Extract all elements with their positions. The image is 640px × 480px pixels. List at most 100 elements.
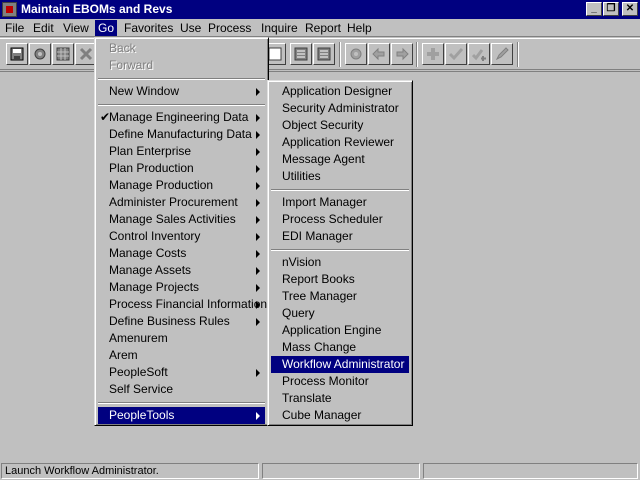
toolbar-icon-button-3[interactable]	[52, 43, 74, 65]
submenu-arrow-icon	[256, 148, 260, 156]
submenu-arrow-icon	[256, 182, 260, 190]
minimize-button[interactable]: _	[586, 2, 602, 16]
peopletools-report-books[interactable]: Report Books	[271, 271, 409, 288]
peopletools-edi-manager[interactable]: EDI Manager	[271, 228, 409, 245]
page-icon	[268, 47, 282, 61]
restore-button[interactable]: ❐	[603, 2, 619, 16]
list-left-icon	[294, 47, 308, 61]
check-plus-icon	[472, 49, 486, 61]
peopletools-process-scheduler[interactable]: Process Scheduler	[271, 211, 409, 228]
go-menu-plan-production[interactable]: Plan Production	[98, 160, 265, 177]
save-button[interactable]	[6, 43, 28, 65]
toolbar-separator	[517, 42, 519, 67]
update-display-all-button[interactable]	[468, 43, 490, 65]
toolbar-icon-button-6[interactable]	[290, 43, 312, 65]
go-menu-manage-assets[interactable]: Manage Assets	[98, 262, 265, 279]
peopletools-query[interactable]: Query	[271, 305, 409, 322]
menu-separator	[98, 402, 265, 404]
go-menu-manage-projects[interactable]: Manage Projects	[98, 279, 265, 296]
toolbar-icon-button-7[interactable]	[313, 43, 335, 65]
go-menu-manage-production[interactable]: Manage Production	[98, 177, 265, 194]
peopletools-cube-manager[interactable]: Cube Manager	[271, 407, 409, 424]
grid-icon	[56, 47, 70, 61]
add-button[interactable]	[422, 43, 444, 65]
go-menu-peopletools[interactable]: PeopleTools	[98, 407, 265, 424]
submenu-arrow-icon	[256, 301, 260, 309]
peopletools-application-designer[interactable]: Application Designer	[271, 83, 409, 100]
toolbar-icon-button-2[interactable]	[29, 43, 51, 65]
toolbar-icon-button-8[interactable]	[345, 43, 367, 65]
peopletools-security-administrator[interactable]: Security Administrator	[271, 100, 409, 117]
peopletools-application-reviewer[interactable]: Application Reviewer	[271, 134, 409, 151]
peopletools-import-manager[interactable]: Import Manager	[271, 194, 409, 211]
menu-help[interactable]: Help	[344, 20, 375, 36]
toolbar-separator	[416, 42, 418, 67]
go-menu: Back Forward New Window ✔ Manage Engineer…	[94, 37, 269, 426]
close-button[interactable]: ✕	[622, 2, 638, 16]
peopletools-process-monitor[interactable]: Process Monitor	[271, 373, 409, 390]
window-title: Maintain EBOMs and Revs	[21, 2, 173, 16]
submenu-arrow-icon	[256, 267, 260, 275]
go-menu-administer-procurement[interactable]: Administer Procurement	[98, 194, 265, 211]
peopletools-message-agent[interactable]: Message Agent	[271, 151, 409, 168]
peopletools-submenu: Application Designer Security Administra…	[267, 80, 413, 426]
update-button[interactable]	[445, 43, 467, 65]
menu-separator	[98, 78, 265, 80]
peopletools-application-engine[interactable]: Application Engine	[271, 322, 409, 339]
menu-file[interactable]: File	[2, 20, 27, 36]
go-menu-control-inventory[interactable]: Control Inventory	[98, 228, 265, 245]
status-message: Launch Workflow Administrator.	[1, 463, 259, 479]
peopletools-object-security[interactable]: Object Security	[271, 117, 409, 134]
peopletools-translate[interactable]: Translate	[271, 390, 409, 407]
menu-process[interactable]: Process	[205, 20, 254, 36]
go-menu-peoplesoft[interactable]: PeopleSoft	[98, 364, 265, 381]
menu-edit[interactable]: Edit	[30, 20, 57, 36]
correction-button[interactable]	[491, 43, 513, 65]
go-menu-arem[interactable]: Arem	[98, 347, 265, 364]
submenu-arrow-icon	[256, 88, 260, 96]
status-bar: Launch Workflow Administrator.	[0, 461, 640, 480]
arrow-left-icon	[372, 47, 385, 61]
status-pane-2	[262, 463, 420, 479]
menu-bar: File Edit View Go Favorites Use Process …	[0, 19, 640, 37]
checkmark-icon: ✔	[100, 110, 111, 124]
go-menu-self-service[interactable]: Self Service	[98, 381, 265, 398]
submenu-arrow-icon	[256, 318, 260, 326]
menu-favorites[interactable]: Favorites	[121, 20, 176, 36]
go-menu-plan-enterprise[interactable]: Plan Enterprise	[98, 143, 265, 160]
menu-view[interactable]: View	[60, 20, 92, 36]
submenu-arrow-icon	[256, 131, 260, 139]
gear-icon	[350, 48, 362, 60]
peopletools-workflow-administrator[interactable]: Workflow Administrator	[271, 356, 409, 373]
menu-separator	[271, 189, 409, 191]
go-menu-manage-engineering-data[interactable]: ✔ Manage Engineering Data	[98, 109, 265, 126]
submenu-arrow-icon	[256, 250, 260, 258]
peopletools-mass-change[interactable]: Mass Change	[271, 339, 409, 356]
submenu-arrow-icon	[256, 233, 260, 241]
peopletools-tree-manager[interactable]: Tree Manager	[271, 288, 409, 305]
menu-go[interactable]: Go	[95, 20, 118, 36]
app-icon[interactable]	[2, 2, 17, 17]
submenu-arrow-icon	[256, 412, 260, 420]
submenu-arrow-icon	[256, 199, 260, 207]
arrow-right-icon	[396, 47, 409, 61]
x-icon	[79, 47, 93, 61]
submenu-arrow-icon	[256, 369, 260, 377]
peopletools-nvision[interactable]: nVision	[271, 254, 409, 271]
next-button[interactable]	[391, 43, 413, 65]
go-menu-manage-costs[interactable]: Manage Costs	[98, 245, 265, 262]
go-menu-amenurem[interactable]: Amenurem	[98, 330, 265, 347]
go-menu-define-manufacturing-data[interactable]: Define Manufacturing Data	[98, 126, 265, 143]
go-menu-process-financial-information[interactable]: Process Financial Information	[98, 296, 267, 313]
go-menu-new-window[interactable]: New Window	[98, 83, 265, 100]
go-menu-forward: Forward	[109, 58, 154, 72]
menu-use[interactable]: Use	[177, 20, 204, 36]
menu-report[interactable]: Report	[302, 20, 344, 36]
go-menu-define-business-rules[interactable]: Define Business Rules	[98, 313, 265, 330]
peopletools-utilities[interactable]: Utilities	[271, 168, 409, 185]
go-menu-back: Back	[109, 41, 136, 55]
toolbar-separator	[339, 42, 341, 67]
menu-inquire[interactable]: Inquire	[258, 20, 301, 36]
go-menu-manage-sales-activities[interactable]: Manage Sales Activities	[98, 211, 265, 228]
previous-button[interactable]	[368, 43, 390, 65]
